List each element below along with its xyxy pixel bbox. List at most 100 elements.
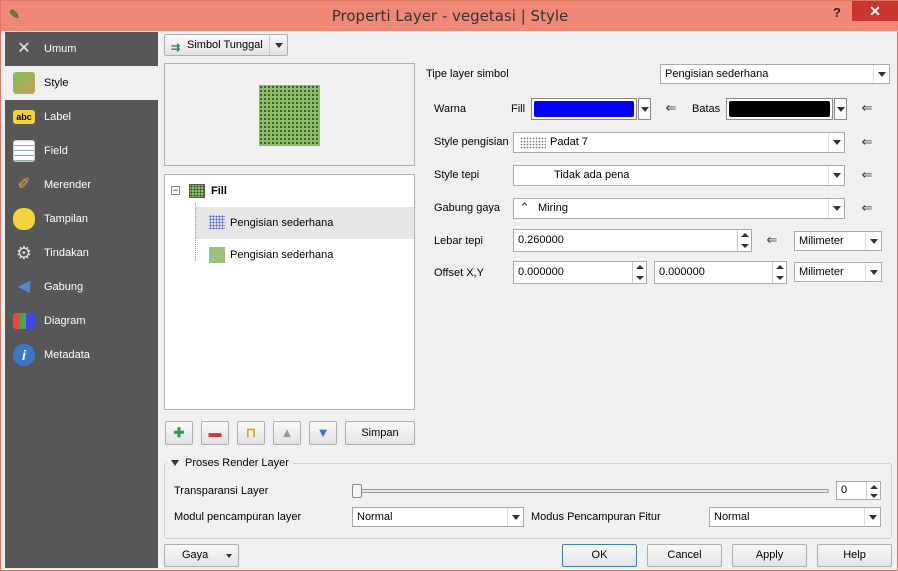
sidebar-item-field[interactable]: Field	[5, 134, 158, 168]
style-menu-button[interactable]: Gaya	[164, 544, 239, 567]
chevron-down-icon	[837, 107, 845, 112]
offset-unit-select[interactable]: Milimeter	[794, 262, 882, 282]
spin-down-icon[interactable]	[632, 272, 646, 283]
dotted-pattern-icon	[520, 137, 546, 149]
cancel-button[interactable]: Cancel	[647, 544, 722, 567]
sidebar-item-label[interactable]: abc Label	[5, 100, 158, 134]
symbol-layer-tree: − Fill Pengisian sederhana Pengisian sed…	[164, 174, 415, 410]
renderer-label: Simbol Tunggal	[187, 39, 263, 51]
sidebar-item-label: Label	[44, 111, 71, 123]
edge-width-spinbox[interactable]: 0.260000	[513, 229, 752, 252]
data-defined-icon[interactable]: ⇐	[761, 232, 783, 250]
join-style-label: Gabung gaya	[434, 202, 501, 214]
move-up-button[interactable]: ▲	[273, 421, 301, 445]
sidebar-item-tampilan[interactable]: Tampilan	[5, 202, 158, 236]
color-label: Warna	[434, 103, 466, 115]
sidebar: ✕ Umum Style abc Label Field ✐ Merender …	[5, 32, 158, 568]
layer-blend-label: Modul pencampuran layer	[174, 511, 302, 523]
spin-up-icon[interactable]	[737, 230, 751, 241]
sidebar-item-label: Umum	[44, 43, 77, 55]
table-icon	[13, 140, 35, 162]
border-color-button[interactable]	[726, 98, 833, 120]
chevron-down-icon	[226, 554, 232, 558]
data-defined-icon[interactable]: ⇐	[660, 100, 682, 118]
layer-blend-select[interactable]: Normal	[352, 507, 524, 527]
data-defined-icon[interactable]: ⇐	[856, 100, 878, 118]
render-section-header[interactable]: Proses Render Layer	[167, 457, 293, 469]
fill-color-button[interactable]	[531, 98, 637, 120]
transparency-spinbox[interactable]: 0	[836, 481, 881, 500]
arrow-up-icon: ▲	[280, 425, 294, 440]
sidebar-item-label: Diagram	[44, 315, 86, 327]
add-layer-button[interactable]: ✚	[165, 421, 193, 445]
collapse-icon[interactable]: −	[171, 186, 180, 195]
border-color-dropdown[interactable]	[834, 98, 847, 120]
edge-style-value: Tidak ada pena	[554, 169, 630, 181]
chevron-down-icon	[828, 133, 844, 152]
spin-up-icon[interactable]	[772, 262, 786, 273]
fill-color-dropdown[interactable]	[638, 98, 651, 120]
spin-down-icon[interactable]	[737, 240, 751, 251]
join-style-select[interactable]: ⌃ Miring	[513, 198, 845, 219]
sidebar-item-label: Style	[44, 77, 69, 89]
save-symbol-button[interactable]: Simpan	[345, 421, 415, 445]
spin-down-icon[interactable]	[866, 490, 880, 499]
help-title-button[interactable]: ?	[827, 5, 847, 23]
sidebar-item-merender[interactable]: ✐ Merender	[5, 168, 158, 202]
slider-handle[interactable]	[352, 484, 362, 498]
data-defined-icon[interactable]: ⇐	[856, 200, 878, 218]
chevron-down-icon	[864, 508, 880, 526]
remove-layer-button[interactable]: ▬	[201, 421, 229, 445]
layer-type-label: Tipe layer simbol	[426, 68, 509, 80]
spin-up-icon[interactable]	[632, 262, 646, 273]
width-unit-value: Milimeter	[799, 235, 844, 247]
sidebar-item-gabung[interactable]: ◀ Gabung	[5, 270, 158, 304]
feature-blend-value: Normal	[714, 511, 750, 523]
edge-style-select[interactable]: Tidak ada pena	[513, 165, 845, 186]
render-section-title: Proses Render Layer	[185, 457, 289, 469]
lock-icon: ⊓	[245, 425, 257, 440]
spin-up-icon[interactable]	[866, 482, 880, 491]
offset-y-spinbox[interactable]: 0.000000	[654, 261, 787, 284]
edge-style-label: Style tepi	[434, 169, 480, 181]
offset-x-spinbox[interactable]: 0.000000	[513, 261, 647, 284]
ok-button[interactable]: OK	[562, 544, 637, 567]
sidebar-item-diagram[interactable]: Diagram	[5, 304, 158, 338]
miter-join-icon: ⌃	[519, 200, 530, 215]
sidebar-item-style[interactable]: Style	[5, 66, 158, 100]
tree-root-label[interactable]: Fill	[211, 185, 227, 197]
tree-row-selected[interactable]: Pengisian sederhana	[195, 207, 414, 239]
sidebar-item-tindakan[interactable]: ⚙ Tindakan	[5, 236, 158, 270]
data-defined-icon[interactable]: ⇐	[856, 167, 878, 185]
fill-style-label: Style pengisian	[434, 136, 509, 148]
move-down-button[interactable]: ▼	[309, 421, 337, 445]
window-title: Properti Layer - vegetasi | Style	[331, 7, 569, 25]
chevron-down-icon	[828, 199, 844, 218]
info-icon: i	[13, 344, 35, 366]
symbol-preview	[164, 63, 415, 166]
edge-width-label: Lebar tepi	[434, 235, 483, 247]
spin-down-icon[interactable]	[772, 272, 786, 283]
render-section	[164, 463, 892, 539]
transparency-slider[interactable]	[352, 484, 829, 498]
help-button[interactable]: Help	[817, 544, 892, 567]
layer-type-select[interactable]: Pengisian sederhana	[660, 64, 890, 84]
sidebar-item-label: Merender	[44, 179, 92, 191]
fill-style-select[interactable]: Padat 7	[513, 132, 845, 153]
join-arrow-icon: ◀	[17, 278, 31, 295]
feature-blend-select[interactable]: Normal	[709, 507, 881, 527]
plus-icon: ✚	[173, 425, 185, 440]
apply-button[interactable]: Apply	[732, 544, 807, 567]
width-unit-select[interactable]: Milimeter	[794, 231, 882, 251]
data-defined-icon[interactable]: ⇐	[856, 134, 878, 152]
style-menu-label: Gaya	[182, 549, 209, 561]
chevron-down-icon	[873, 65, 889, 83]
close-button[interactable]: ✕	[852, 1, 898, 21]
renderer-type-button[interactable]: ⇉ Simbol Tunggal	[164, 34, 288, 56]
sidebar-item-metadata[interactable]: i Metadata	[5, 338, 158, 372]
tree-row[interactable]: Pengisian sederhana	[195, 239, 414, 271]
lock-layer-button[interactable]: ⊓	[237, 421, 265, 445]
sidebar-item-umum[interactable]: ✕ Umum	[5, 32, 158, 66]
sidebar-item-label: Tindakan	[44, 247, 89, 259]
offset-unit-value: Milimeter	[799, 266, 844, 278]
